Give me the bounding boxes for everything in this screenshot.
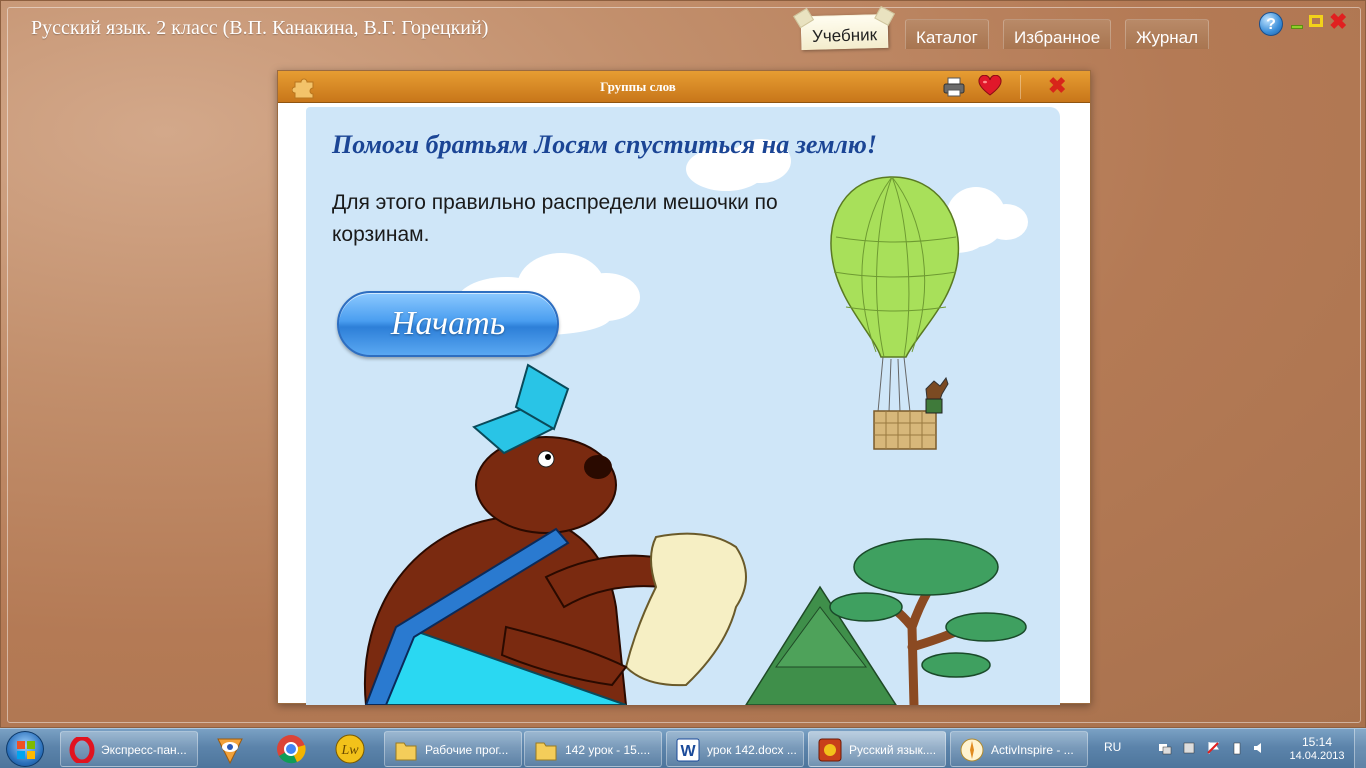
- tab-zhurnal[interactable]: Журнал: [1125, 19, 1210, 49]
- taskbar-btn-word[interactable]: W урок 142.docx ...: [666, 731, 804, 767]
- window-controls: ? ✖: [1259, 9, 1355, 37]
- svg-text:W: W: [680, 743, 696, 760]
- start-button[interactable]: Начать: [337, 291, 559, 357]
- activity-stage: Помоги братьям Лосям спуститься на землю…: [306, 107, 1060, 705]
- svg-text:Lw: Lw: [340, 743, 359, 758]
- app-title: Русский язык. 2 класс (В.П. Канакина, В.…: [31, 17, 489, 39]
- tree: [745, 538, 1027, 705]
- taskbar-label: 142 урок - 15....: [565, 743, 651, 757]
- settings-tray-icon[interactable]: [1182, 741, 1196, 755]
- eye-icon[interactable]: [214, 733, 246, 765]
- taskbar-btn-folder-1[interactable]: Рабочие прог...: [384, 731, 522, 767]
- tab-izbrannoe[interactable]: Избранное: [1003, 19, 1112, 49]
- header-separator: [1020, 75, 1021, 99]
- opera-icon: [69, 737, 95, 763]
- language-indicator[interactable]: RU: [1104, 740, 1121, 754]
- app-icon: [818, 738, 842, 762]
- folder-icon: [395, 742, 417, 761]
- module-dialog: Группы слов ✖ Помоги братьям Лосям спуст…: [277, 70, 1091, 705]
- windows-logo-icon: [17, 741, 35, 759]
- print-icon[interactable]: [942, 76, 966, 98]
- clock[interactable]: 15:14 14.04.2013: [1282, 735, 1352, 763]
- volume-icon[interactable]: [1252, 741, 1266, 755]
- activity-headline: Помоги братьям Лосям спуститься на землю…: [332, 130, 877, 159]
- system-tray: RU 15:14 14.04.2013: [1100, 729, 1366, 768]
- taskbar-label: Русский язык....: [849, 743, 937, 757]
- lw-icon[interactable]: Lw: [334, 733, 366, 765]
- balloon: [830, 176, 960, 450]
- flag-alert-icon[interactable]: [1206, 741, 1220, 755]
- battery-icon[interactable]: [1230, 741, 1244, 755]
- taskbar-btn-opera[interactable]: Экспресс-пан...: [60, 731, 198, 767]
- chrome-icon[interactable]: [275, 733, 307, 765]
- taskbar: Экспресс-пан... Lw Рабочие прог... 142 у…: [0, 728, 1366, 768]
- show-desktop-button[interactable]: [1354, 729, 1366, 768]
- maximize-icon[interactable]: [1309, 15, 1323, 27]
- start-button-orb[interactable]: [6, 731, 44, 767]
- help-icon[interactable]: ?: [1259, 12, 1283, 36]
- network-icon[interactable]: [1158, 741, 1172, 755]
- activinspire-icon: [960, 738, 984, 762]
- folder-icon: [535, 742, 557, 761]
- dialog-title: Группы слов: [600, 79, 676, 94]
- taskbar-label: урок 142.docx ...: [707, 743, 797, 757]
- bear: [363, 363, 747, 705]
- dialog-close-icon[interactable]: ✖: [1048, 73, 1066, 99]
- taskbar-label: Рабочие прог...: [425, 743, 509, 757]
- activity-instruction: Для этого правильно распредели мешочки п…: [332, 191, 778, 246]
- tab-katalog[interactable]: Каталог: [905, 19, 989, 49]
- clock-time: 15:14: [1301, 735, 1333, 749]
- tab-uchebnik[interactable]: Учебник: [800, 13, 889, 51]
- close-icon[interactable]: ✖: [1329, 9, 1347, 35]
- taskbar-label: ActivInspire - ...: [991, 743, 1074, 757]
- heart-icon[interactable]: [978, 75, 1002, 97]
- taskbar-btn-russian-app[interactable]: Русский язык....: [808, 731, 946, 767]
- word-icon: W: [676, 738, 700, 762]
- taskbar-btn-activinspire[interactable]: ActivInspire - ...: [950, 731, 1088, 767]
- clock-date: 14.04.2013: [1289, 750, 1345, 762]
- taskbar-label: Экспресс-пан...: [101, 743, 187, 757]
- dialog-header: Группы слов ✖: [278, 71, 1090, 103]
- app-window: Русский язык. 2 класс (В.П. Канакина, В.…: [0, 0, 1366, 728]
- minimize-icon[interactable]: [1291, 25, 1303, 29]
- taskbar-btn-folder-2[interactable]: 142 урок - 15....: [524, 731, 662, 767]
